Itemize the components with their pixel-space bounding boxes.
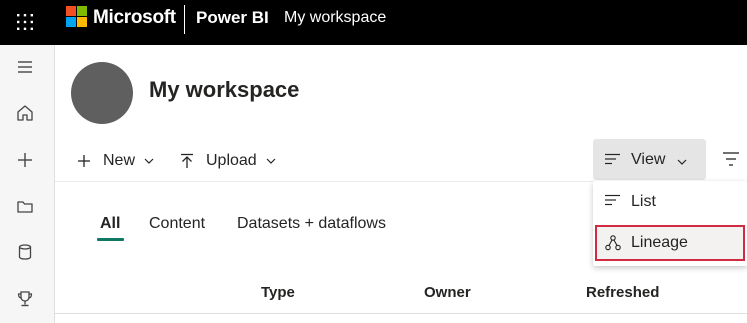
new-button[interactable]: New bbox=[77, 150, 154, 172]
menu-item-list-label: List bbox=[631, 193, 656, 210]
header-divider bbox=[184, 5, 185, 34]
tab-content[interactable]: Content bbox=[149, 215, 205, 233]
home-icon[interactable] bbox=[15, 103, 35, 123]
chevron-down-icon bbox=[144, 158, 154, 164]
upload-icon bbox=[181, 153, 193, 168]
hamburger-icon[interactable] bbox=[15, 57, 35, 77]
folder-icon[interactable] bbox=[15, 197, 35, 217]
plus-icon[interactable] bbox=[15, 150, 35, 170]
tab-datasets-dataflows[interactable]: Datasets + dataflows bbox=[237, 215, 386, 233]
view-button-label: View bbox=[631, 151, 666, 168]
menu-item-lineage-label: Lineage bbox=[631, 234, 688, 251]
chevron-down-icon bbox=[677, 159, 687, 165]
column-header-type[interactable]: Type bbox=[261, 284, 295, 301]
menu-item-lineage[interactable]: Lineage bbox=[595, 225, 745, 261]
column-header-owner[interactable]: Owner bbox=[424, 284, 471, 301]
app-launcher-icon[interactable] bbox=[14, 11, 36, 33]
plus-icon bbox=[78, 155, 90, 167]
breadcrumb[interactable]: My workspace bbox=[284, 9, 386, 27]
microsoft-logo-icon bbox=[66, 6, 87, 27]
trophy-icon[interactable] bbox=[15, 289, 35, 309]
new-button-label: New bbox=[103, 152, 136, 169]
microsoft-brand: Microsoft bbox=[93, 7, 176, 28]
chevron-down-icon bbox=[266, 158, 276, 164]
table-header-divider bbox=[55, 313, 747, 314]
menu-item-list[interactable]: List bbox=[595, 184, 745, 220]
column-header-refreshed[interactable]: Refreshed bbox=[586, 284, 659, 301]
filter-icon[interactable] bbox=[722, 151, 740, 167]
workspace-avatar bbox=[71, 62, 133, 124]
database-icon[interactable] bbox=[15, 242, 35, 262]
upload-button-label: Upload bbox=[206, 152, 257, 169]
product-name[interactable]: Power BI bbox=[196, 8, 269, 28]
list-icon bbox=[605, 194, 620, 206]
lineage-icon bbox=[605, 235, 621, 251]
top-bar: Microsoft Power BI My workspace bbox=[0, 0, 747, 45]
view-button[interactable]: View bbox=[593, 139, 706, 180]
tab-all[interactable]: All bbox=[100, 215, 120, 233]
left-nav bbox=[0, 45, 55, 323]
upload-button[interactable]: Upload bbox=[180, 150, 276, 172]
active-tab-indicator bbox=[97, 238, 124, 241]
list-icon bbox=[605, 153, 620, 165]
view-menu: List Lineage bbox=[593, 181, 747, 266]
page-title: My workspace bbox=[149, 77, 300, 102]
